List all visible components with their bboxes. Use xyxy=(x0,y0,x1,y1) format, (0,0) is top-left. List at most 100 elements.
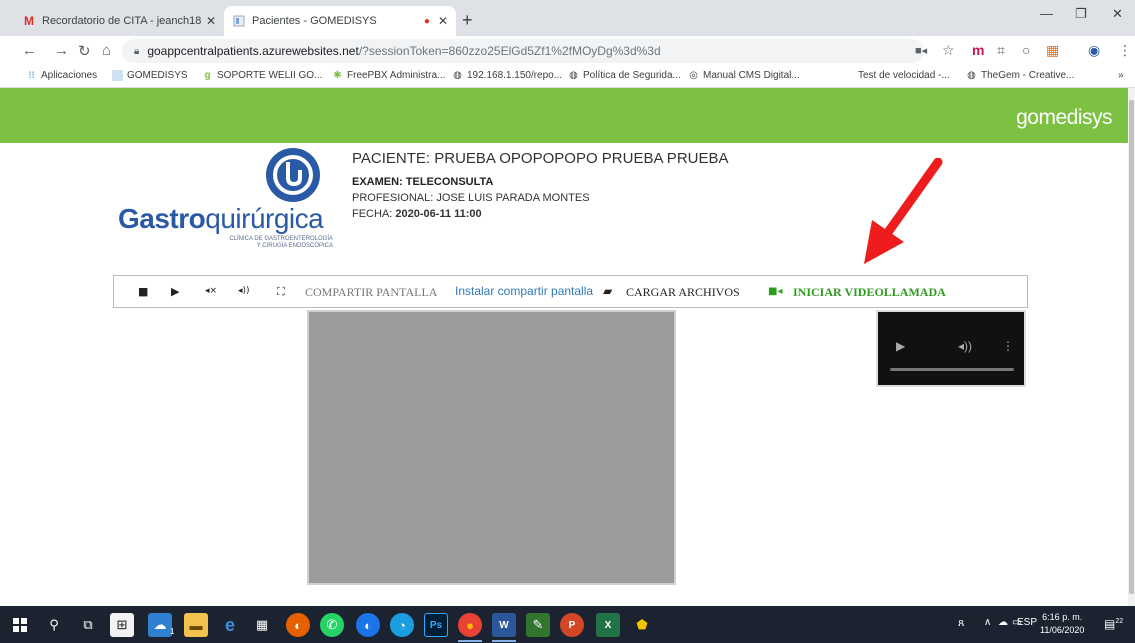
forward-icon[interactable]: → xyxy=(54,42,69,59)
gomedisys-brand: gomedisys xyxy=(1016,106,1112,129)
freepbx-icon: ✱ xyxy=(333,70,342,81)
bookmark-thegem[interactable]: ◍ TheGem - Creative... xyxy=(966,70,1074,81)
bookmark-repo[interactable]: ◍ 192.168.1.150/repo... xyxy=(452,70,562,81)
powerpoint-icon[interactable]: P xyxy=(560,613,584,637)
edge-chromium-icon[interactable]: ◔ xyxy=(390,613,414,637)
chevron-up-icon[interactable]: ∧ xyxy=(984,617,991,628)
local-video-preview xyxy=(307,310,676,585)
language-indicator[interactable]: ESP xyxy=(1017,617,1037,628)
call-control-bar: ■ ▶ ◂× ◂)) ⛶ COMPARTIR PANTALLA Instalar… xyxy=(113,275,1028,308)
tab-title: Recordatorio de CITA - jeanch18 xyxy=(42,15,202,27)
firefox-alt-icon[interactable]: ◐ xyxy=(356,613,380,637)
upload-files-button[interactable]: CARGAR ARCHIVOS xyxy=(626,285,740,300)
video-camera-icon: ■◂ xyxy=(768,286,783,297)
chrome-icon[interactable]: ● xyxy=(458,613,482,637)
professional-name: PROFESIONAL: JOSE LUIS PARADA MONTES xyxy=(352,192,590,204)
recording-icon: ● xyxy=(423,15,430,27)
bookmark-soporte[interactable]: g SOPORTE WELII GO... xyxy=(202,70,322,81)
home-icon[interactable]: ⌂ xyxy=(102,42,111,59)
gomedisys-favicon xyxy=(232,14,246,28)
camera-icon[interactable]: ■◂ xyxy=(915,44,927,57)
extension-m-icon[interactable]: m xyxy=(972,42,984,58)
project-icon[interactable]: ✎ xyxy=(526,613,550,637)
bookmark-manual-cms[interactable]: ◎ Manual CMS Digital... xyxy=(688,70,800,81)
task-view-icon[interactable]: ⧉ xyxy=(76,613,100,637)
bookmark-apps[interactable]: ⁝⁝ Aplicaciones xyxy=(26,70,97,81)
extension-calendar-icon[interactable]: ▦ xyxy=(1046,42,1059,59)
mute-icon[interactable]: ◂× xyxy=(205,286,217,296)
start-videocall-button[interactable]: INICIAR VIDEOLLAMADA xyxy=(793,285,946,300)
whatsapp-icon[interactable]: ✆ xyxy=(320,613,344,637)
minimize-icon[interactable]: — xyxy=(1040,6,1053,21)
apps-grid-icon: ⁝⁝ xyxy=(28,70,35,81)
folder-icon: ▰ xyxy=(603,284,613,298)
windows-start-icon[interactable] xyxy=(8,613,32,637)
close-tab-icon[interactable]: ✕ xyxy=(206,14,216,28)
scrollbar-thumb[interactable] xyxy=(1129,100,1134,594)
bookmarks-more-icon[interactable]: » xyxy=(1118,70,1124,81)
tab-title: Pacientes - GOMEDISYS xyxy=(252,15,377,27)
menu-icon[interactable]: ⋮ xyxy=(1118,42,1132,59)
people-badge: 1 xyxy=(170,627,175,636)
onedrive-icon[interactable]: ☁ xyxy=(998,617,1008,628)
video-progress-bar[interactable] xyxy=(890,368,1014,371)
search-icon[interactable]: ⚲ xyxy=(42,613,66,637)
lock-icon: 🔒︎ xyxy=(134,45,140,57)
photoshop-icon[interactable]: Ps xyxy=(424,613,448,637)
word-icon[interactable]: W xyxy=(492,613,516,637)
fullscreen-icon[interactable]: ⛶ xyxy=(277,285,285,299)
store-icon[interactable]: ⊞ xyxy=(110,613,134,637)
close-window-icon[interactable]: ✕ xyxy=(1112,6,1123,22)
red-arrow-annotation xyxy=(864,158,943,264)
tab-gmail[interactable]: M Recordatorio de CITA - jeanch18 ✕ xyxy=(14,6,224,36)
patient-name: PACIENTE: PRUEBA OPOPOPOPO PRUEBA PRUEBA xyxy=(352,150,729,167)
volume-icon[interactable]: ◂)) xyxy=(238,286,250,296)
firefox-icon[interactable]: ◐ xyxy=(286,613,310,637)
url-host: goappcentralpatients.azurewebsites.net xyxy=(147,44,359,58)
bookmark-test-velocidad[interactable]: Test de velocidad -... xyxy=(858,70,950,81)
profile-avatar-icon[interactable]: ◉ xyxy=(1088,42,1100,59)
close-tab-icon[interactable]: ✕ xyxy=(438,14,448,28)
calculator-icon[interactable]: ▦ xyxy=(250,613,274,637)
play-icon[interactable]: ▶ xyxy=(896,339,905,353)
extension-frame-icon[interactable]: ⌗ xyxy=(997,42,1005,59)
extension-circle-icon[interactable]: ○ xyxy=(1022,42,1030,58)
bookmark-star-icon[interactable]: ☆ xyxy=(942,42,955,59)
tab-gomedisys[interactable]: Pacientes - GOMEDISYS ● ✕ xyxy=(224,6,456,36)
appointment-date: FECHA: 2020-06-11 11:00 xyxy=(352,208,482,220)
gmail-icon: M xyxy=(24,14,34,28)
app-pentagon-icon[interactable]: ⬟ xyxy=(630,613,654,637)
address-bar[interactable]: 🔒︎ goappcentralpatients.azurewebsites.ne… xyxy=(122,39,924,63)
notifications-icon[interactable]: ▤22 xyxy=(1104,617,1123,631)
bookmark-freepbx[interactable]: ✱ FreePBX Administra... xyxy=(332,70,445,81)
globe-icon: ◍ xyxy=(967,70,976,81)
remote-video-player[interactable]: ▶ ◂)) ⋮ xyxy=(876,310,1026,387)
bookmark-gomedisys[interactable]: GOMEDISYS xyxy=(112,70,188,81)
browser-tab-strip: M Recordatorio de CITA - jeanch18 ✕ Paci… xyxy=(0,0,1135,36)
page-icon xyxy=(112,70,123,81)
exam-type: EXAMEN: TELECONSULTA xyxy=(352,176,494,188)
excel-icon[interactable]: X xyxy=(596,613,620,637)
site-header: gomedisys xyxy=(0,88,1128,143)
back-icon[interactable]: ← xyxy=(22,42,37,59)
more-options-icon[interactable]: ⋮ xyxy=(1002,339,1014,353)
edge-icon[interactable]: e xyxy=(218,613,242,637)
volume-icon[interactable]: ◂)) xyxy=(958,339,972,353)
bookmarks-bar: ⁝⁝ Aplicaciones GOMEDISYS g SOPORTE WELII … xyxy=(0,66,1135,88)
file-explorer-icon[interactable]: ▬ xyxy=(184,613,208,637)
globe-icon: ◍ xyxy=(453,70,462,81)
windows-taskbar: ⚲ ⧉ ⊞ ☁ 1 ▬ e ▦ ◐ ✆ ◐ ◔ Ps ● W ✎ P X ⬟ ጸ… xyxy=(0,606,1135,643)
stop-icon[interactable]: ■ xyxy=(138,285,148,298)
new-tab-button[interactable]: + xyxy=(462,10,473,31)
active-app-indicator xyxy=(492,640,516,642)
people-icon[interactable]: ☁ xyxy=(148,613,172,637)
clock[interactable]: 6:16 p. m. 11/06/2020 xyxy=(1040,611,1084,637)
install-share-screen-link[interactable]: Instalar compartir pantalla xyxy=(455,284,593,298)
bookmark-politica[interactable]: ◍ Política de Segurida... xyxy=(568,70,681,81)
reload-icon[interactable]: ↻ xyxy=(78,42,91,60)
logo-subtitle: CLÍNICA DE GASTROENTEROLOGÍA Y CIRUGÍA E… xyxy=(229,236,333,249)
restore-icon[interactable]: ❐ xyxy=(1075,6,1087,22)
play-icon[interactable]: ▶ xyxy=(171,285,179,298)
share-screen-button[interactable]: COMPARTIR PANTALLA xyxy=(305,285,437,300)
people-tray-icon[interactable]: ጸ xyxy=(958,617,964,630)
